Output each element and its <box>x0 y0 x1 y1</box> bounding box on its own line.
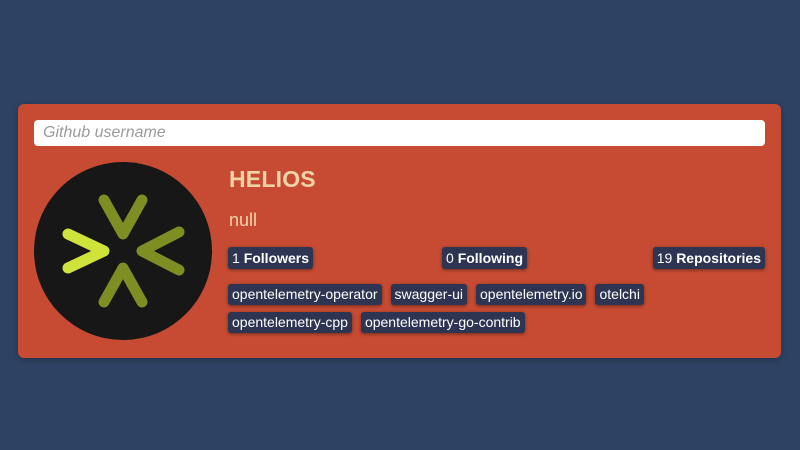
profile-name: HELIOS <box>229 166 316 192</box>
followers-count: 1 <box>232 250 240 266</box>
repo-link[interactable]: opentelemetry-operator <box>228 284 382 305</box>
repo-link[interactable]: opentelemetry-cpp <box>228 312 352 333</box>
followers-stat: 1 Followers <box>228 247 314 269</box>
repositories-count: 19 <box>656 250 673 266</box>
user-card: HELIOS null 1 Followers 0 Following 19 R… <box>18 104 781 358</box>
repo-link[interactable]: otelchi <box>595 284 644 305</box>
repo-link[interactable]: opentelemetry-go-contrib <box>360 312 525 333</box>
opentelemetry-logo-icon <box>62 194 185 308</box>
repo-list: opentelemetry-operator swagger-ui opente… <box>228 284 688 333</box>
following-label: Following <box>457 250 524 266</box>
following-stat: 0 Following <box>442 247 528 269</box>
repo-link[interactable]: swagger-ui <box>390 284 468 305</box>
repositories-stat: 19 Repositories <box>652 247 765 269</box>
profile-bio: null <box>229 210 258 230</box>
following-count: 0 <box>446 250 454 266</box>
repo-link[interactable]: opentelemetry.io <box>476 284 587 305</box>
followers-label: Followers <box>243 250 310 266</box>
avatar <box>34 162 212 340</box>
repositories-label: Repositories <box>676 250 761 266</box>
github-username-input[interactable] <box>34 120 765 146</box>
